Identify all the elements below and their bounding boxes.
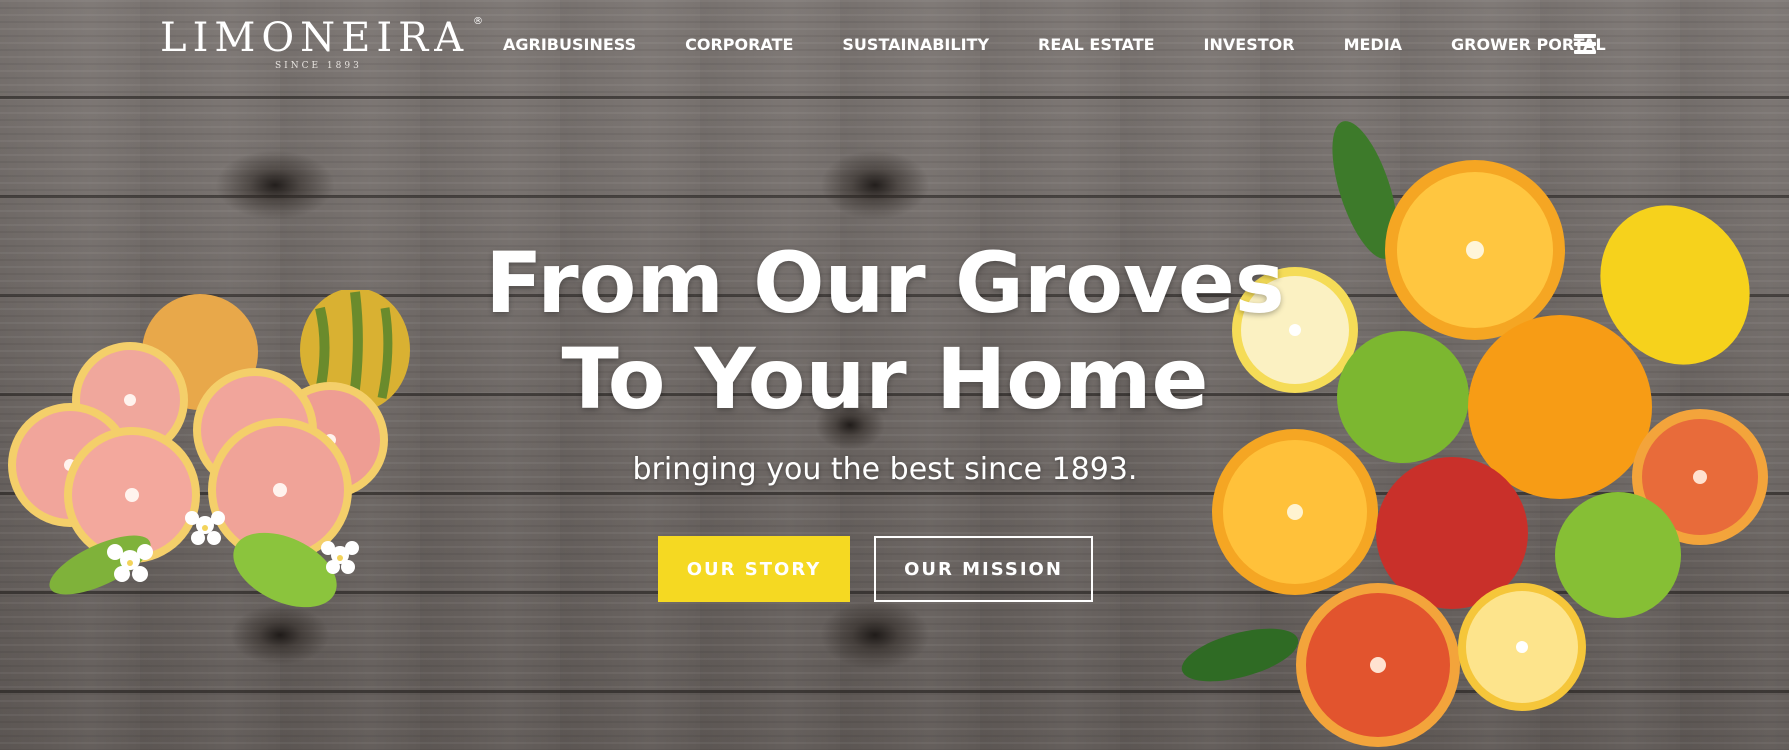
our-mission-button[interactable]: OUR MISSION (874, 536, 1093, 602)
nav-item-media[interactable]: MEDIA (1344, 33, 1402, 59)
wood-knot (820, 600, 930, 670)
hero-title: From Our Groves To Your Home (400, 235, 1370, 427)
nav-item-sustainability[interactable]: SUSTAINABILITY (842, 33, 989, 59)
hero-title-line-2: To Your Home (561, 330, 1209, 428)
our-mission-label: OUR MISSION (904, 558, 1063, 580)
citrus-cluster-image (1181, 121, 1768, 747)
our-story-button[interactable]: OUR STORY (658, 536, 850, 602)
grapefruit-cluster-image (8, 290, 410, 608)
wood-knot (820, 150, 930, 220)
nav-item-investor[interactable]: INVESTOR (1204, 33, 1295, 59)
logo-since-text: SINCE 1893 (275, 61, 362, 71)
top-navigation-bar: LIMONEIRA ® SINCE 1893 AGRIBUSINESS CORP… (0, 0, 1789, 92)
nav-item-agribusiness[interactable]: AGRIBUSINESS (503, 33, 636, 59)
hero-section: LIMONEIRA ® SINCE 1893 AGRIBUSINESS CORP… (0, 0, 1789, 750)
logo-wordmark: LIMONEIRA (160, 15, 470, 61)
hamburger-menu-icon[interactable] (1574, 34, 1596, 54)
limoneira-logo[interactable]: LIMONEIRA ® SINCE 1893 (160, 14, 483, 74)
nav-item-real-estate[interactable]: REAL ESTATE (1038, 33, 1155, 59)
wood-knot (215, 150, 335, 220)
our-story-label: OUR STORY (686, 558, 822, 580)
hero-title-line-1: From Our Groves (485, 234, 1285, 332)
registered-mark: ® (473, 16, 483, 27)
main-nav: AGRIBUSINESS CORPORATE SUSTAINABILITY RE… (503, 33, 1655, 59)
nav-item-corporate[interactable]: CORPORATE (685, 33, 793, 59)
hero-subtitle: bringing you the best since 1893. (632, 452, 1138, 487)
